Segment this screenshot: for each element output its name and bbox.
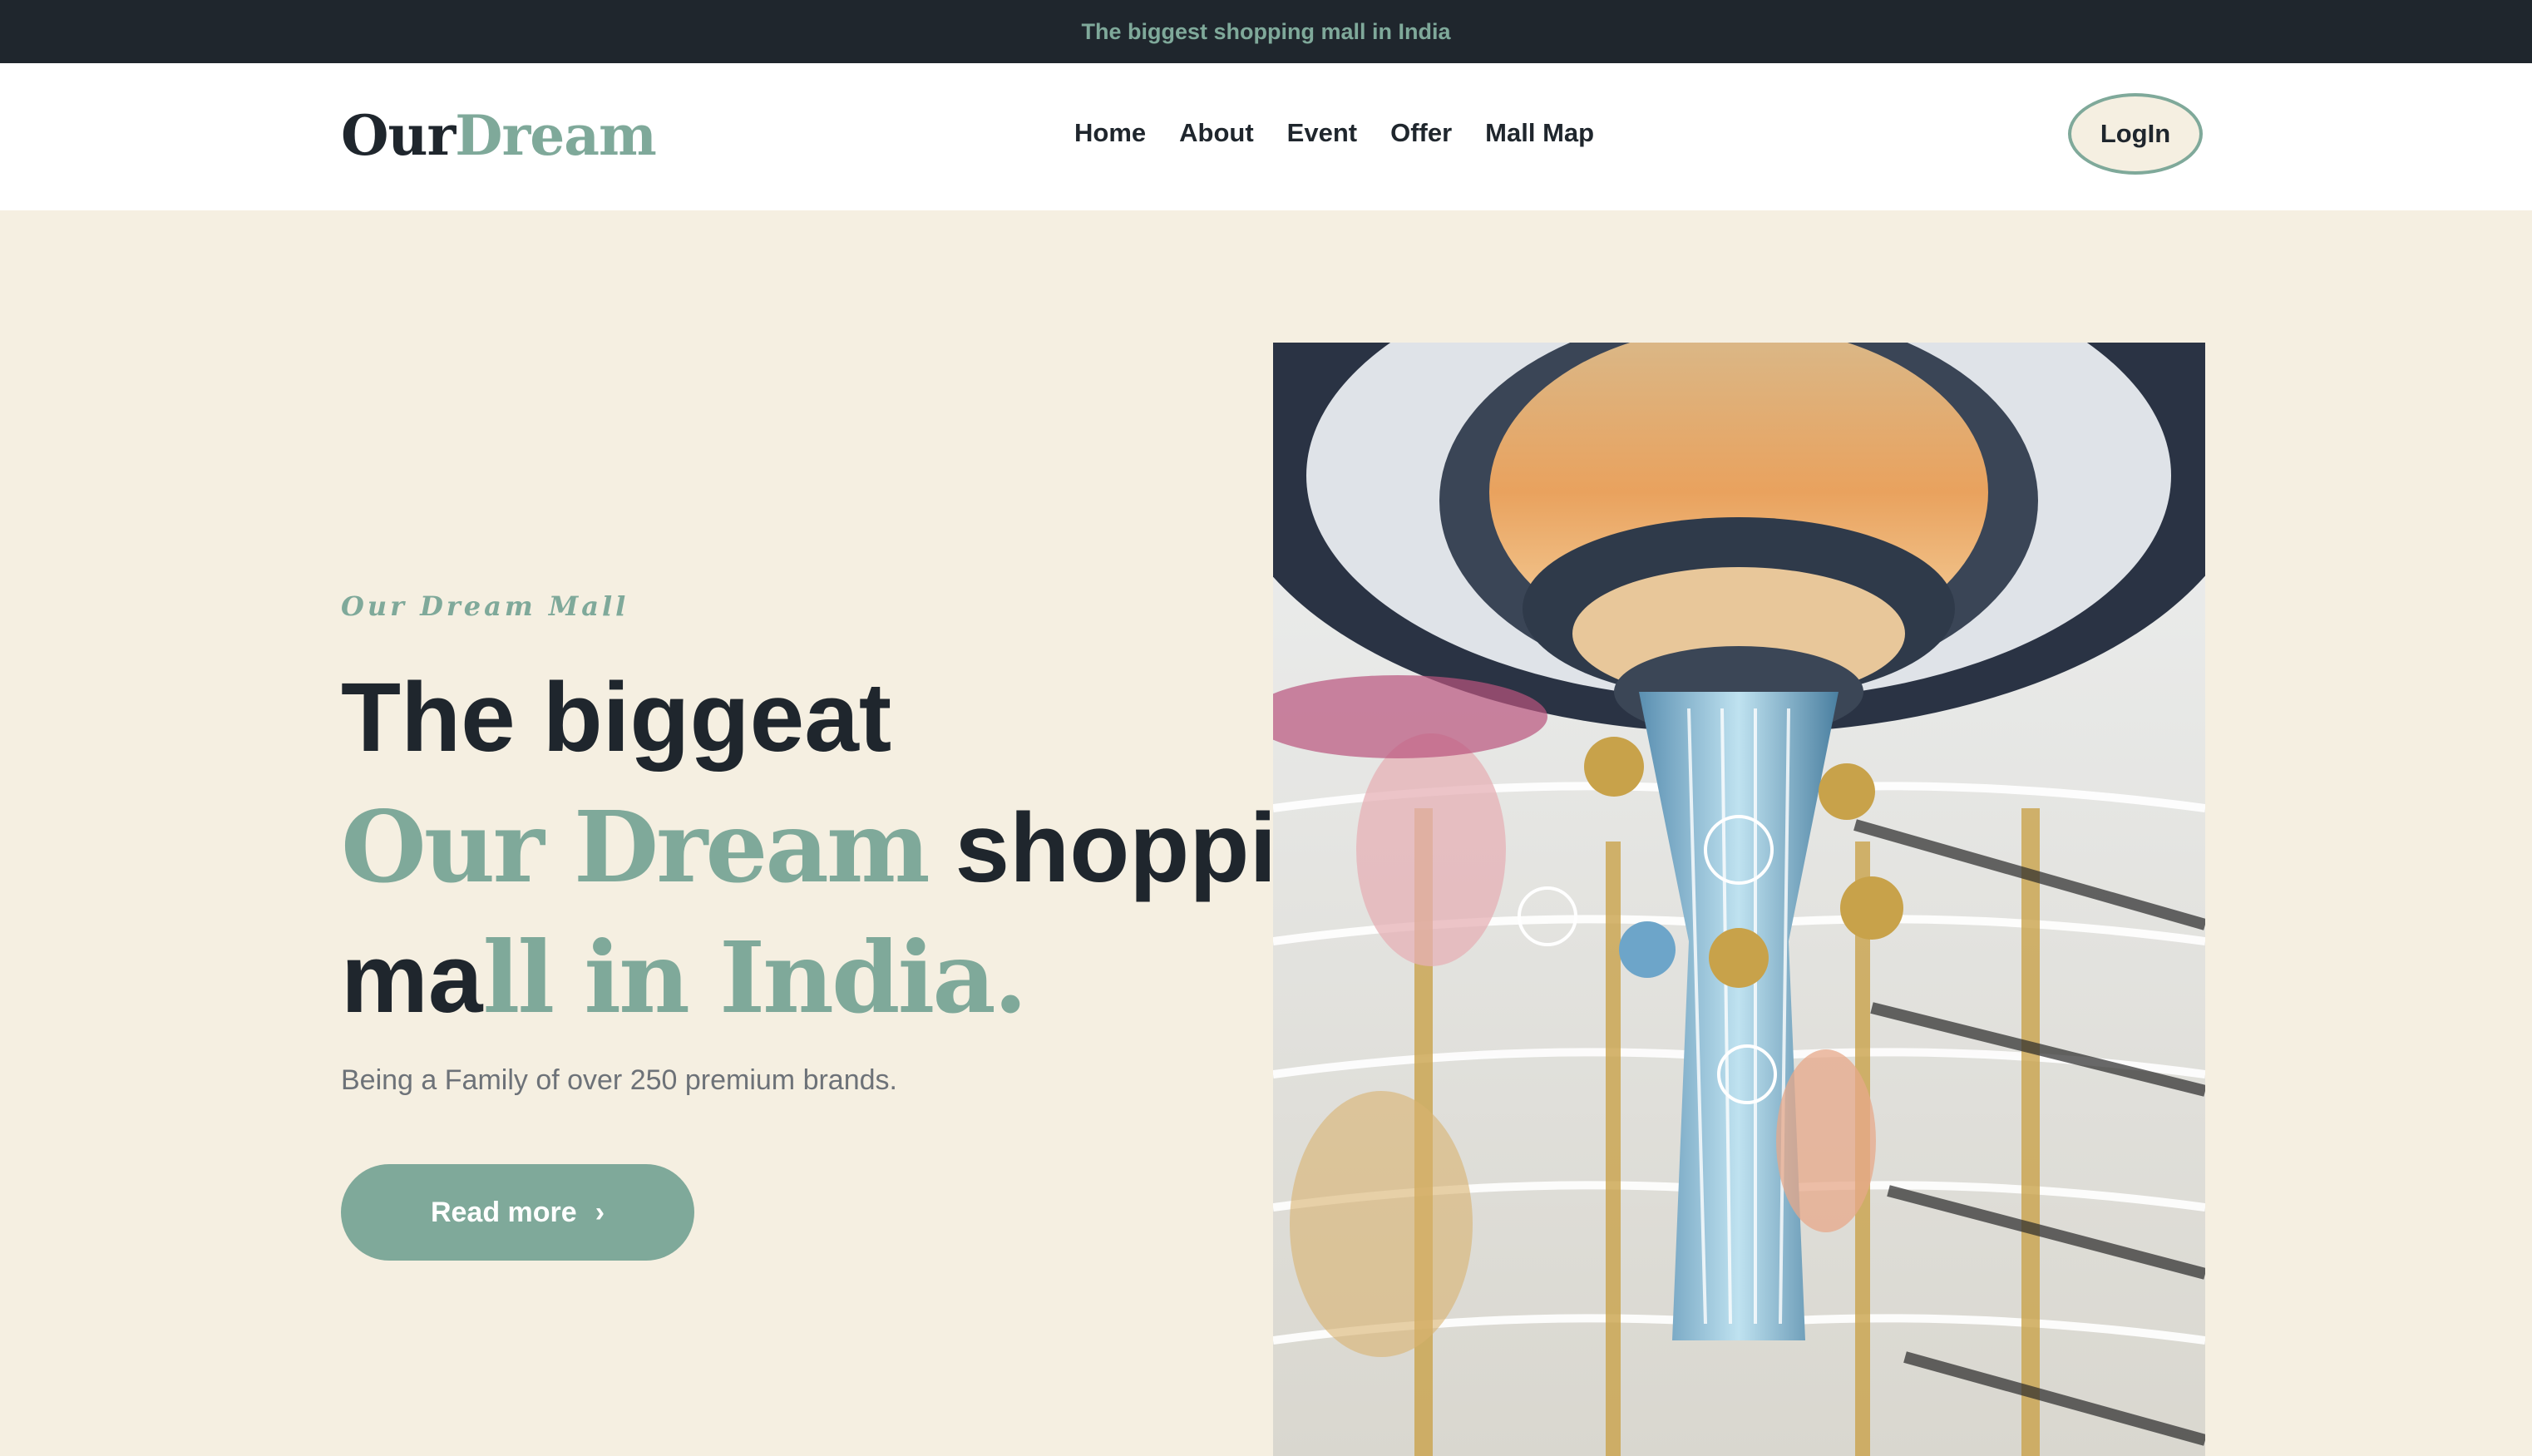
- headline-line-2-accent: Our Dream: [341, 789, 930, 905]
- nav-about[interactable]: About: [1179, 118, 1254, 148]
- chevron-right-icon: ›: [595, 1196, 605, 1228]
- hero-subtitle: Our Dream Mall: [341, 590, 629, 622]
- nav-home[interactable]: Home: [1074, 118, 1146, 148]
- nav-mall-map[interactable]: Mall Map: [1485, 118, 1594, 148]
- nav-offer[interactable]: Offer: [1390, 118, 1452, 148]
- hero-headline: The biggeat Our Dream shopping mall in I…: [341, 654, 1396, 1044]
- logo-part-dream: Dream: [455, 103, 657, 168]
- logo-part-our: Our: [341, 103, 456, 168]
- hero-description: Being a Family of over 250 premium brand…: [341, 1064, 897, 1096]
- headline-line-2: Our Dream shopping: [341, 782, 1396, 913]
- logo[interactable]: OurDream: [341, 103, 657, 168]
- headline-line-1: The biggeat: [341, 663, 892, 772]
- login-button[interactable]: LogIn: [2068, 93, 2203, 175]
- main-nav: Home About Event Offer Mall Map: [1074, 118, 1594, 148]
- mall-atrium-image: [1273, 343, 2205, 1456]
- read-more-label: Read more: [430, 1196, 577, 1228]
- announcement-text: The biggest shopping mall in India: [1081, 18, 1451, 44]
- headline-line-3-accent: ll in India.: [482, 920, 1028, 1035]
- headline-line-3-plain: ma: [341, 924, 483, 1034]
- headline-line-3: mall in India.: [341, 913, 1339, 1044]
- nav-event[interactable]: Event: [1287, 118, 1357, 148]
- navbar: OurDream Home About Event Offer Mall Map…: [0, 63, 2532, 210]
- announcement-bar: The biggest shopping mall in India: [0, 0, 2532, 63]
- read-more-button[interactable]: Read more ›: [341, 1164, 694, 1261]
